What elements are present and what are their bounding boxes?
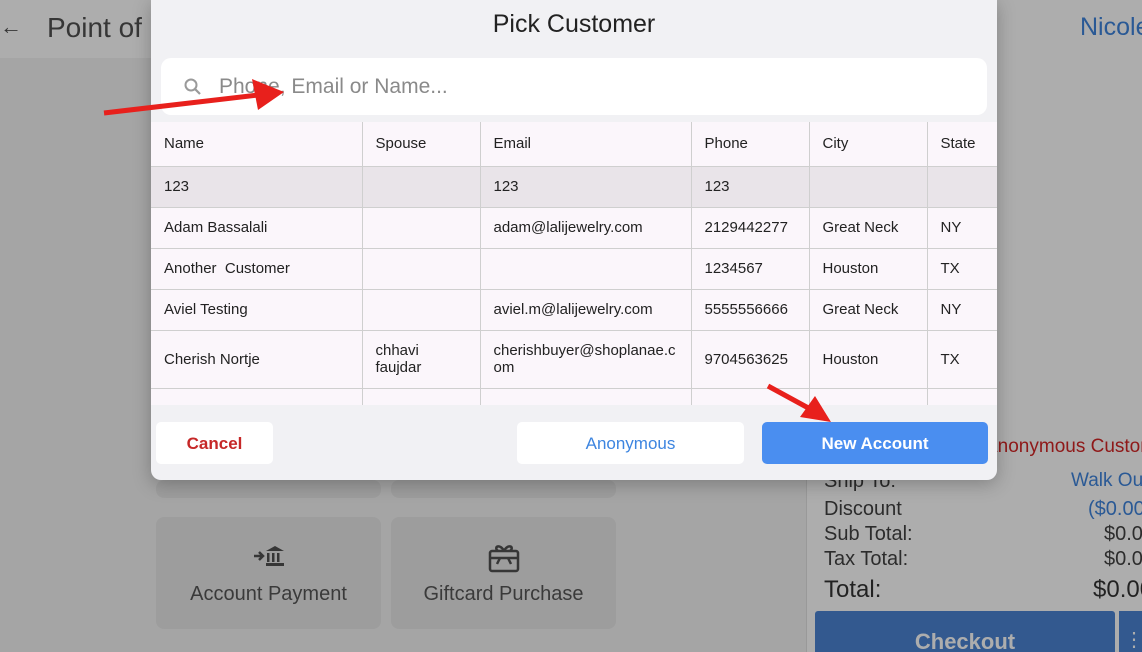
cell-spouse	[362, 388, 481, 405]
cell-state: TX	[927, 330, 997, 389]
column-header-email[interactable]: Email	[480, 122, 692, 167]
cell-spouse	[362, 248, 481, 290]
cell-name: Adam Bassalali	[151, 207, 363, 249]
column-header-state[interactable]: State	[927, 122, 997, 167]
cell-spouse	[362, 289, 481, 331]
cell-city: Houston	[809, 330, 928, 389]
new-account-button[interactable]: New Account	[762, 422, 988, 464]
cell-email: adam@lalijewelry.com	[480, 207, 692, 249]
cell-email: 123	[480, 166, 692, 208]
column-header-spouse[interactable]: Spouse	[362, 122, 481, 167]
table-row[interactable]: Adam Bassalali adam@lalijewelry.com 2129…	[151, 207, 997, 249]
customer-table: Name Spouse Email Phone City State 123 1…	[151, 122, 997, 405]
column-header-city[interactable]: City	[809, 122, 928, 167]
cell-city	[809, 388, 928, 405]
table-row[interactable]: 123 123 123	[151, 166, 997, 208]
cell-email	[480, 248, 692, 290]
cell-name: Cherish Nortje	[151, 330, 363, 389]
cell-name: Another Customer	[151, 248, 363, 290]
cell-state: TX	[927, 248, 997, 290]
cell-spouse	[362, 166, 481, 208]
cell-email: cherishbuyer@shoplanae.com	[480, 330, 692, 389]
table-row[interactable]: Aviel Testing aviel.m@lalijewelry.com 55…	[151, 289, 997, 331]
search-input[interactable]	[219, 70, 959, 104]
cell-phone: 2129442277	[691, 207, 810, 249]
table-row[interactable]: Another Customer 1234567 Houston TX	[151, 248, 997, 290]
cell-phone	[691, 388, 810, 405]
anonymous-button[interactable]: Anonymous	[517, 422, 744, 464]
table-row[interactable]	[151, 388, 997, 405]
column-header-name[interactable]: Name	[151, 122, 363, 167]
cell-phone: 5555556666	[691, 289, 810, 331]
cell-phone: 9704563625	[691, 330, 810, 389]
cell-city: Great Neck	[809, 207, 928, 249]
cell-city: Great Neck	[809, 289, 928, 331]
cell-state: NY	[927, 207, 997, 249]
cell-name: Aviel Testing	[151, 289, 363, 331]
cell-email	[480, 388, 692, 405]
cell-spouse	[362, 207, 481, 249]
cell-spouse: chhavi faujdar	[362, 330, 481, 389]
search-icon	[184, 78, 201, 95]
cell-state	[927, 388, 997, 405]
cell-city	[809, 166, 928, 208]
cell-phone: 1234567	[691, 248, 810, 290]
table-row[interactable]: Cherish Nortje chhavi faujdar cherishbuy…	[151, 330, 997, 389]
cell-email: aviel.m@lalijewelry.com	[480, 289, 692, 331]
table-header-row: Name Spouse Email Phone City State	[151, 122, 997, 167]
cell-state	[927, 166, 997, 208]
dialog-title: Pick Customer	[492, 10, 656, 38]
cancel-button[interactable]: Cancel	[156, 422, 273, 464]
pick-customer-dialog: Pick Customer Name Spouse Email Phone Ci…	[151, 0, 997, 480]
cell-name: 123	[151, 166, 363, 208]
cell-state: NY	[927, 289, 997, 331]
column-header-phone[interactable]: Phone	[691, 122, 810, 167]
cell-phone: 123	[691, 166, 810, 208]
cell-name	[151, 388, 363, 405]
search-box[interactable]	[161, 58, 987, 115]
cell-city: Houston	[809, 248, 928, 290]
